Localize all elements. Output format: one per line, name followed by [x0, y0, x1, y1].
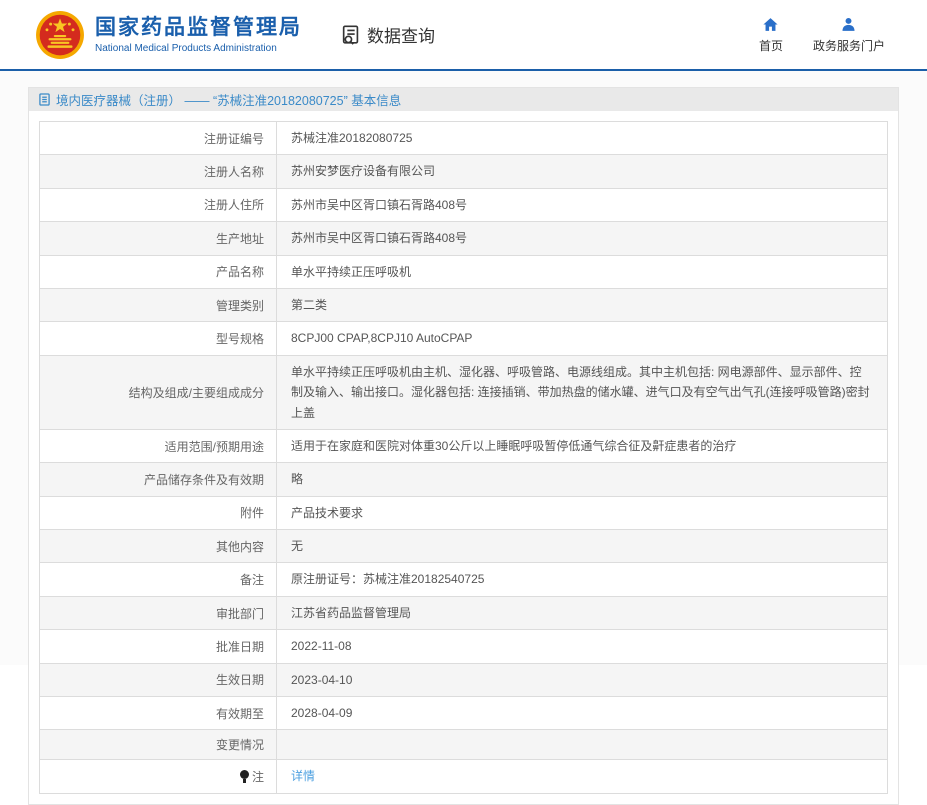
org-names: 国家药品监督管理局 National Medical Products Admi…: [95, 15, 302, 53]
table-wrap: 注册证编号 苏械注准20182080725 注册人名称 苏州安梦医疗设备有限公司 注册人…: [29, 111, 898, 804]
row-value: 苏州市吴中区胥口镇石胥路408号: [276, 221, 888, 256]
table-row: 结构及组成/主要组成成分 单水平持续正压呼吸机由主机、湿化器、呼吸管路、电源线组成…: [39, 354, 888, 430]
home-icon: [763, 17, 779, 31]
row-label: 注册人住所: [39, 187, 277, 223]
row-value: 原注册证号：苏械注准20182540725: [276, 562, 888, 597]
table-row: 变更情况: [39, 729, 888, 761]
note-icon: [239, 770, 249, 784]
row-value: 适用于在家庭和医院对体重30公斤以上睡眠呼吸暂停低通气综合征及鼾症患者的治疗: [276, 428, 888, 464]
top-nav: 首页 政务服务门户: [759, 16, 885, 54]
row-value: 苏械注准20182080725: [276, 120, 888, 156]
row-label: 产品名称: [39, 254, 277, 289]
doc-search-icon: [342, 24, 359, 45]
row-label: 结构及组成/主要组成成分: [39, 354, 277, 430]
page-title-bar: 境内医疗器械（注册） —— “苏械注准20182080725” 基本信息: [29, 88, 898, 111]
row-value: 略: [276, 462, 888, 497]
main-area: 境内医疗器械（注册） —— “苏械注准20182080725” 基本信息 注册证…: [0, 71, 927, 805]
info-table-body: 注册证编号 苏械注准20182080725 注册人名称 苏州安梦医疗设备有限公司 注册人…: [39, 120, 888, 794]
row-label: 型号规格: [39, 321, 277, 356]
row-label: 生产地址: [39, 221, 277, 256]
doc-icon: [39, 93, 50, 106]
content-box: 境内医疗器械（注册） —— “苏械注准20182080725” 基本信息 注册证…: [28, 87, 899, 805]
table-row: 其他内容无: [39, 529, 888, 564]
row-label: 其他内容: [39, 529, 277, 564]
table-row: 适用范围/预期用途 适用于在家庭和医院对体重30公斤以上睡眠呼吸暂停低通气综合征及…: [39, 428, 888, 464]
row-value: 江苏省药品监督管理局: [276, 595, 888, 631]
page-title: 境内医疗器械（注册） —— “苏械注准20182080725” 基本信息: [56, 94, 402, 108]
row-label: 变更情况: [39, 729, 277, 761]
row-value: 苏州市吴中区胥口镇石胥路408号: [276, 187, 888, 223]
row-label: 管理类别: [39, 287, 277, 323]
data-query-entry[interactable]: 数据查询: [340, 22, 435, 47]
nav-home[interactable]: 首页: [759, 16, 783, 54]
table-row: 生效日期 2023-04-10: [39, 662, 888, 698]
row-label: 注: [39, 759, 277, 794]
table-row: 产品名称 单水平持续正压呼吸机: [39, 254, 888, 289]
nav-portal-label: 政务服务门户: [812, 38, 885, 53]
site-header: 国家药品监督管理局 National Medical Products Admi…: [0, 0, 927, 71]
details-link[interactable]: 详情: [291, 769, 315, 783]
table-row: 管理类别 第二类: [39, 287, 888, 323]
table-row: 有效期至 2028-04-09: [39, 696, 888, 731]
national-emblem-icon: [36, 10, 84, 59]
row-value: 2028-04-09: [276, 696, 888, 731]
row-label: 附件: [39, 495, 277, 531]
org-name-en: National Medical Products Administration: [95, 42, 277, 54]
row-value: 2022-11-08: [276, 629, 888, 664]
registration-info-table: 注册证编号 苏械注准20182080725 注册人名称 苏州安梦医疗设备有限公司 注册人…: [39, 120, 888, 794]
row-value: [276, 729, 888, 761]
row-label: 产品储存条件及有效期: [39, 462, 277, 497]
site-logo[interactable]: 国家药品监督管理局 National Medical Products Admi…: [35, 10, 302, 60]
table-row: 备注 原注册证号：苏械注准20182540725: [39, 562, 888, 597]
table-row: 批准日期 2022-11-08: [39, 629, 888, 664]
row-label: 备注: [39, 562, 277, 597]
row-value: 苏州安梦医疗设备有限公司: [276, 154, 888, 189]
table-row: 注册人住所 苏州市吴中区胥口镇石胥路408号: [39, 187, 888, 223]
user-icon: [842, 17, 856, 31]
row-value: 2023-04-10: [276, 662, 888, 698]
table-row: 审批部门 江苏省药品监督管理局: [39, 595, 888, 631]
row-label: 适用范围/预期用途: [39, 428, 277, 464]
table-row: 注册人名称 苏州安梦医疗设备有限公司: [39, 154, 888, 189]
org-name-zh: 国家药品监督管理局: [95, 16, 302, 40]
row-value: 详情: [276, 759, 888, 794]
row-label: 生效日期: [39, 662, 277, 698]
row-value: 无: [276, 529, 888, 564]
row-value: 第二类: [276, 287, 888, 323]
row-value: 单水平持续正压呼吸机: [276, 254, 888, 289]
row-label: 注册人名称: [39, 154, 277, 189]
row-label: 审批部门: [39, 595, 277, 631]
table-row: 注册证编号 苏械注准20182080725: [39, 120, 888, 156]
table-row: 注详情: [39, 759, 888, 794]
row-label: 注册证编号: [39, 120, 277, 156]
table-row: 生产地址 苏州市吴中区胥口镇石胥路408号: [39, 221, 888, 256]
nav-home-label: 首页: [758, 38, 783, 53]
row-label: 批准日期: [39, 629, 277, 664]
row-value: 8CPJ00 CPAP,8CPJ10 AutoCPAP: [276, 321, 888, 356]
data-query-label: 数据查询: [367, 27, 435, 46]
table-row: 产品储存条件及有效期略: [39, 462, 888, 497]
table-row: 附件 产品技术要求: [39, 495, 888, 531]
nav-portal[interactable]: 政务服务门户: [813, 16, 885, 54]
table-row: 型号规格 8CPJ00 CPAP,8CPJ10 AutoCPAP: [39, 321, 888, 356]
row-value: 产品技术要求: [276, 495, 888, 531]
row-label: 有效期至: [39, 696, 277, 731]
row-value: 单水平持续正压呼吸机由主机、湿化器、呼吸管路、电源线组成。其中主机包括: 网电源…: [276, 354, 888, 430]
